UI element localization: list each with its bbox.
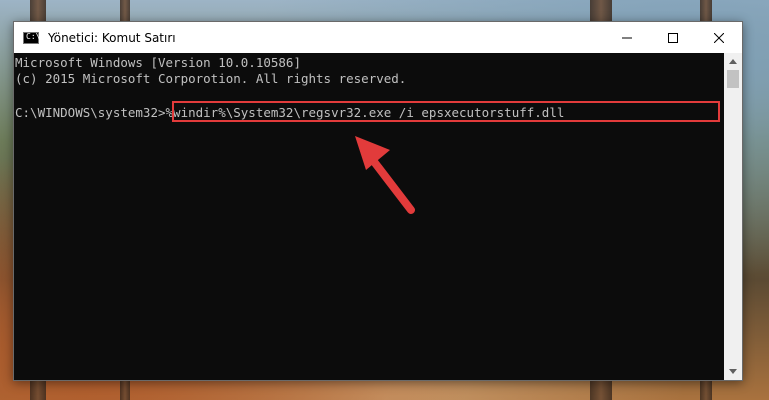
close-button[interactable] (696, 22, 742, 53)
minimize-button[interactable] (604, 22, 650, 53)
maximize-icon (668, 32, 678, 43)
scroll-down-button[interactable] (724, 363, 742, 380)
window-controls (604, 22, 742, 53)
minimize-icon (622, 37, 632, 38)
console-line-copyright: (c) 2015 Microsoft Corporotion. All righ… (15, 71, 407, 86)
maximize-button[interactable] (650, 22, 696, 53)
console-line-version: Microsoft Windows [Version 10.0.10586] (15, 55, 301, 70)
command-prompt-window: C:\ Yönetici: Komut Satırı Microsoft Win… (13, 21, 743, 381)
cmd-icon: C:\ (23, 31, 41, 44)
window-title: Yönetici: Komut Satırı (48, 30, 176, 45)
close-icon (714, 32, 724, 43)
vertical-scrollbar[interactable] (724, 53, 742, 380)
chevron-up-icon (729, 59, 737, 64)
scroll-up-button[interactable] (724, 53, 742, 70)
title-bar[interactable]: C:\ Yönetici: Komut Satırı (14, 22, 742, 53)
console-output[interactable]: Microsoft Windows [Version 10.0.10586] (… (14, 53, 724, 380)
scrollbar-thumb[interactable] (727, 70, 739, 88)
command-highlight-box (172, 101, 720, 122)
chevron-down-icon (729, 369, 737, 374)
cmd-icon-glyph: C:\ (26, 31, 41, 41)
console-prompt: C:\WINDOWS\system32> (15, 105, 166, 120)
